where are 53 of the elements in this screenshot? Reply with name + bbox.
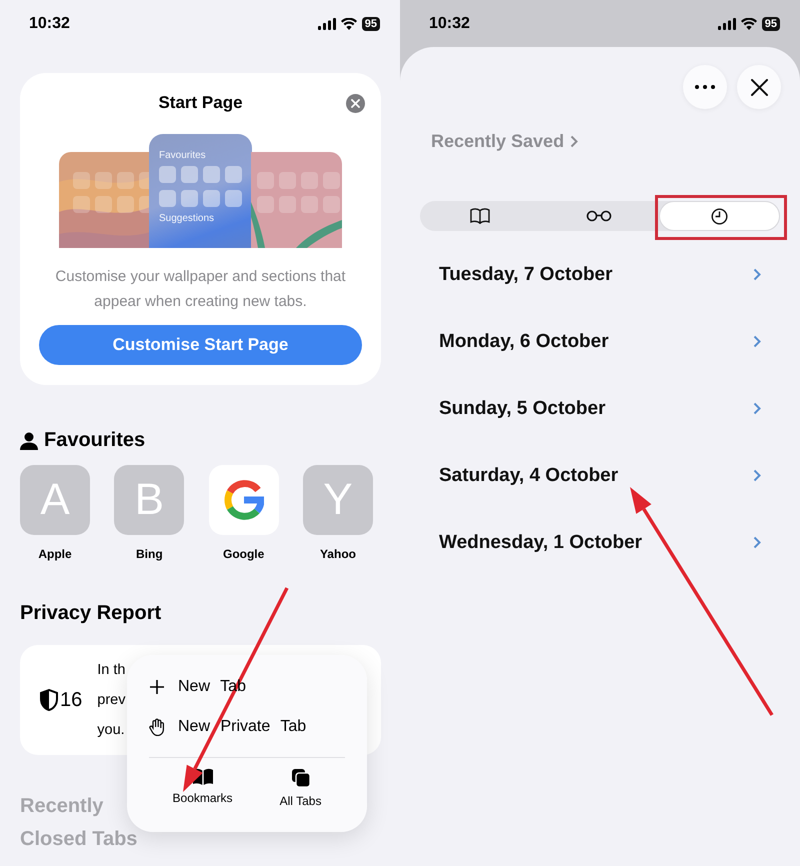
customise-button[interactable]: Customise Start Page	[39, 325, 362, 365]
menu-item[interactable]: New Private Tab	[149, 707, 306, 747]
favourite-label: Google	[222, 547, 264, 561]
menu-action-button[interactable]: All Tabs	[280, 768, 322, 808]
section-label: Favourites	[159, 150, 207, 162]
tracker-count: 16	[60, 688, 82, 712]
favourite-label: Apple	[38, 547, 72, 561]
report-text: you.	[97, 721, 125, 740]
tabs-icon	[290, 768, 311, 788]
history-day-row[interactable]: Sunday, 5 October	[400, 375, 800, 442]
status-time: 10:32	[429, 14, 470, 32]
clock-icon	[710, 208, 728, 224]
chevron-icon	[753, 536, 761, 549]
close-button[interactable]	[737, 65, 781, 109]
favourite-tile[interactable]	[208, 465, 279, 535]
section-title: Closed Tabs	[20, 828, 138, 851]
status-time: 10:32	[29, 14, 70, 32]
battery-indicator: 95	[762, 16, 780, 30]
glasses-icon	[586, 210, 612, 222]
chevron-icon	[570, 135, 578, 148]
shield-icon	[40, 689, 58, 711]
history-day-row[interactable]: Monday, 6 October	[400, 308, 800, 375]
book-icon	[470, 208, 490, 224]
plus-icon	[149, 679, 165, 695]
battery-indicator: 95	[362, 16, 380, 30]
person-icon	[20, 432, 38, 450]
report-text: In th	[97, 661, 126, 680]
hand-icon	[149, 718, 165, 736]
favourite-label: Bing	[136, 547, 163, 561]
close-icon	[750, 78, 768, 96]
card-title: Start Page	[158, 93, 243, 113]
section-title: Recently	[20, 795, 104, 818]
favourite-label: Yahoo	[320, 547, 356, 561]
wifi-icon	[340, 18, 357, 30]
section-label: Suggestions	[159, 213, 216, 225]
section-title: Favourites	[44, 429, 146, 452]
wifi-icon	[740, 18, 757, 30]
more-icon	[695, 85, 715, 89]
description-text: Customise your wallpaper and sections that appear when creating new tabs.	[54, 267, 347, 312]
history-day-row[interactable]: Tuesday, 7 October	[400, 241, 800, 308]
chevron-icon	[753, 402, 761, 415]
chevron-icon	[753, 335, 761, 348]
chevron-icon	[753, 469, 761, 482]
report-text: prev	[97, 691, 126, 710]
signal-icon	[718, 18, 736, 30]
more-button[interactable]	[683, 65, 727, 109]
history-day-row[interactable]: Wednesday, 1 October	[400, 509, 800, 576]
chevron-icon	[753, 268, 761, 281]
g-logo-icon	[224, 480, 264, 520]
close-icon	[351, 98, 360, 108]
signal-icon	[318, 18, 336, 30]
section-title: Privacy Report	[20, 602, 162, 625]
history-day-row[interactable]: Saturday, 4 October	[400, 442, 800, 509]
